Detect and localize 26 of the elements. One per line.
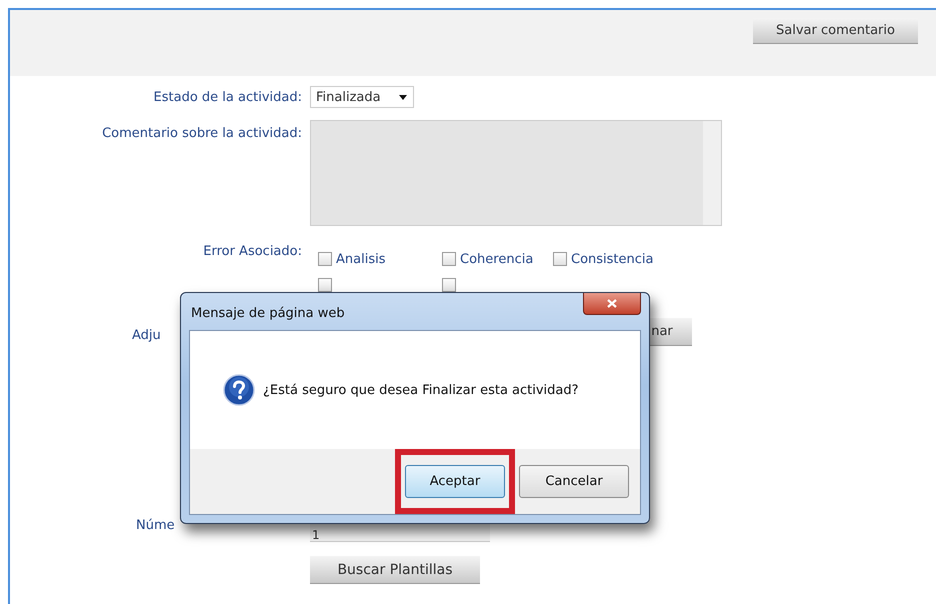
checkbox-label: Consistencia — [571, 252, 654, 266]
caret-icon — [399, 94, 407, 100]
dialog-message: ¿Está seguro que desea Finalizar esta actividad? — [263, 382, 579, 398]
error-label: Error Asociado: — [202, 243, 302, 261]
checkbox[interactable] — [442, 252, 456, 266]
close-icon — [607, 299, 617, 308]
cancel-button[interactable]: Cancelar — [519, 465, 629, 498]
checkbox[interactable] — [442, 278, 456, 292]
save-comment-button[interactable]: Salvar comentario — [753, 18, 918, 44]
scrollbar[interactable] — [703, 121, 721, 225]
checkbox-label: Coherencia — [460, 252, 534, 266]
checkbox[interactable] — [318, 278, 332, 292]
checkbox[interactable] — [553, 252, 567, 266]
checkbox-label: Analisis — [336, 252, 386, 266]
accept-button[interactable]: Aceptar — [405, 465, 505, 498]
checkbox[interactable] — [318, 252, 332, 266]
close-button[interactable] — [583, 293, 641, 315]
search-templates-button[interactable]: Buscar Plantillas — [310, 556, 480, 584]
dialog-title: Mensaje de página web — [190, 305, 345, 321]
comment-label: Comentario sobre la actividad: — [101, 125, 302, 143]
comment-textarea[interactable] — [310, 120, 722, 226]
question-icon — [223, 374, 255, 406]
attach-label: Adju — [132, 328, 161, 343]
number-label: Núme — [136, 518, 175, 533]
status-label: Estado de la actividad: — [152, 89, 302, 105]
status-dropdown[interactable]: Finalizada — [310, 86, 414, 108]
